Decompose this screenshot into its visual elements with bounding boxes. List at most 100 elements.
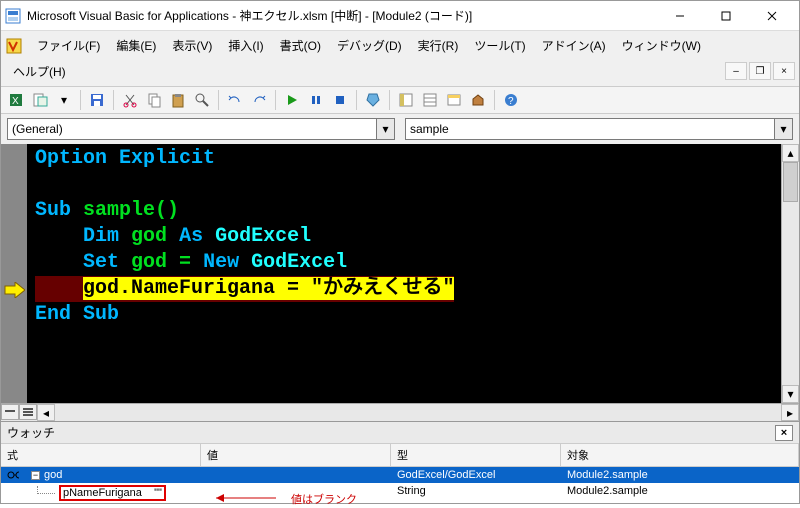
minimize-button[interactable] [657,2,703,30]
maximize-button[interactable] [703,2,749,30]
code-token: GodExcel [215,225,311,248]
insert-module-button[interactable] [29,89,51,111]
watch-expr: god [44,469,62,481]
watch-value [201,467,391,483]
object-dropdown-arrow[interactable]: ▾ [377,118,395,140]
redo-button[interactable] [248,89,270,111]
menubar: ファイル(F) 編集(E) 表示(V) 挿入(I) 書式(O) デバッグ(D) … [1,31,799,60]
watch-glasses-icon [1,467,25,483]
scroll-down-arrow[interactable]: ▾ [782,385,799,403]
scroll-left-arrow[interactable]: ◂ [37,404,55,421]
paste-button[interactable] [167,89,189,111]
close-button[interactable] [749,2,795,30]
annotation-arrow-icon [216,491,286,508]
scroll-thumb[interactable] [783,162,798,202]
watch-type: GodExcel/GodExcel [391,467,561,483]
watch-titlebar[interactable]: ウォッチ × [1,422,799,444]
app-window: Microsoft Visual Basic for Applications … [0,0,800,504]
watch-close-button[interactable]: × [775,425,793,441]
code-token: Dim [83,225,119,248]
code-token: Explicit [119,147,215,170]
view-excel-button[interactable]: X [5,89,27,111]
undo-button[interactable] [224,89,246,111]
menu-view[interactable]: 表示(V) [164,33,220,58]
find-button[interactable] [191,89,213,111]
project-explorer-button[interactable] [395,89,417,111]
properties-button[interactable] [419,89,441,111]
code-token: Sub [35,199,71,222]
watch-scope: Module2.sample [561,483,799,503]
mdi-minimize[interactable]: ‒ [725,62,747,80]
code-token: god [131,225,167,248]
tree-connector-icon [37,486,55,494]
watch-header: 式 値 型 対象 [1,444,799,467]
save-button[interactable] [86,89,108,111]
watch-col-type[interactable]: 型 [391,444,561,466]
horizontal-scrollbar[interactable]: ◂ ▸ [1,403,799,421]
help-button[interactable]: ? [500,89,522,111]
watch-scope: Module2.sample [561,467,799,483]
titlebar: Microsoft Visual Basic for Applications … [1,1,799,31]
mdi-close[interactable]: × [773,62,795,80]
object-browser-button[interactable] [443,89,465,111]
menu-addins[interactable]: アドイン(A) [534,33,614,58]
toolbar-dropdown-arrow[interactable]: ▾ [53,89,75,111]
toolbox-button[interactable] [467,89,489,111]
menu-insert[interactable]: 挿入(I) [220,33,271,58]
code-token: Sub [83,303,119,326]
object-dropdown-input[interactable] [7,118,377,140]
procedure-dropdown-input[interactable] [405,118,775,140]
watch-panel: ウォッチ × 式 値 型 対象 −god GodExcel/GodExcel M… [1,421,799,503]
scroll-right-arrow[interactable]: ▸ [781,404,799,421]
menu-run[interactable]: 実行(R) [410,33,467,58]
procedure-dropdown-arrow[interactable]: ▾ [775,118,793,140]
watch-col-scope[interactable]: 対象 [561,444,799,466]
code-token: Option [35,147,107,170]
copy-button[interactable] [143,89,165,111]
menu-file[interactable]: ファイル(F) [29,33,108,58]
watch-row[interactable]: −god GodExcel/GodExcel Module2.sample [1,467,799,483]
menu-tools[interactable]: ツール(T) [466,33,533,58]
watch-col-value[interactable]: 値 [201,444,391,466]
code-gutter[interactable] [1,144,27,403]
mdi-controls: ‒ ❐ × [723,62,795,80]
cut-button[interactable] [119,89,141,111]
code-token: Set [83,251,119,274]
watch-body: −god GodExcel/GodExcel Module2.sample pN… [1,467,799,503]
code-editor[interactable]: Option Explicit Sub sample() Dim god As … [27,144,781,403]
full-module-view-button[interactable] [19,404,37,420]
run-button[interactable] [281,89,303,111]
window-title: Microsoft Visual Basic for Applications … [27,7,657,24]
mdi-restore[interactable]: ❐ [749,62,771,80]
svg-text:?: ? [508,96,514,107]
code-current-line: god.NameFurigana = "かみえくせる" [83,277,454,300]
watch-expr-highlighted: pNameFurigana "" [59,485,166,501]
reset-button[interactable] [329,89,351,111]
menu-help[interactable]: ヘルプ(H) [5,63,66,80]
design-mode-button[interactable] [362,89,384,111]
watch-row[interactable]: pNameFurigana "" String Module2.sample [1,483,799,503]
vertical-scrollbar[interactable]: ▴ ▾ [781,144,799,403]
watch-col-expr[interactable]: 式 [1,444,201,466]
procedure-view-button[interactable] [1,404,19,420]
watch-title-label: ウォッチ [7,424,55,441]
execution-arrow-icon [3,282,25,301]
menu-window[interactable]: ウィンドウ(W) [614,33,709,58]
scroll-up-arrow[interactable]: ▴ [782,144,799,162]
hscroll-track[interactable] [55,404,781,421]
menu-edit[interactable]: 編集(E) [108,33,164,58]
procedure-dropdown[interactable]: ▾ [405,118,793,140]
menu-format[interactable]: 書式(O) [272,33,329,58]
break-button[interactable] [305,89,327,111]
code-pane: Option Explicit Sub sample() Dim god As … [1,144,799,403]
code-token: As [179,225,203,248]
object-dropdown[interactable]: ▾ [7,118,395,140]
menu-debug[interactable]: デバッグ(D) [329,33,410,58]
app-icon [5,8,21,24]
tree-collapse-icon[interactable]: − [31,471,40,480]
vba-icon [5,36,25,56]
code-dropdowns: ▾ ▾ [1,114,799,144]
menubar-row2: ヘルプ(H) ‒ ❐ × [1,60,799,86]
code-token: GodExcel [251,251,347,274]
toolbar: X ▾ ? [1,86,799,114]
